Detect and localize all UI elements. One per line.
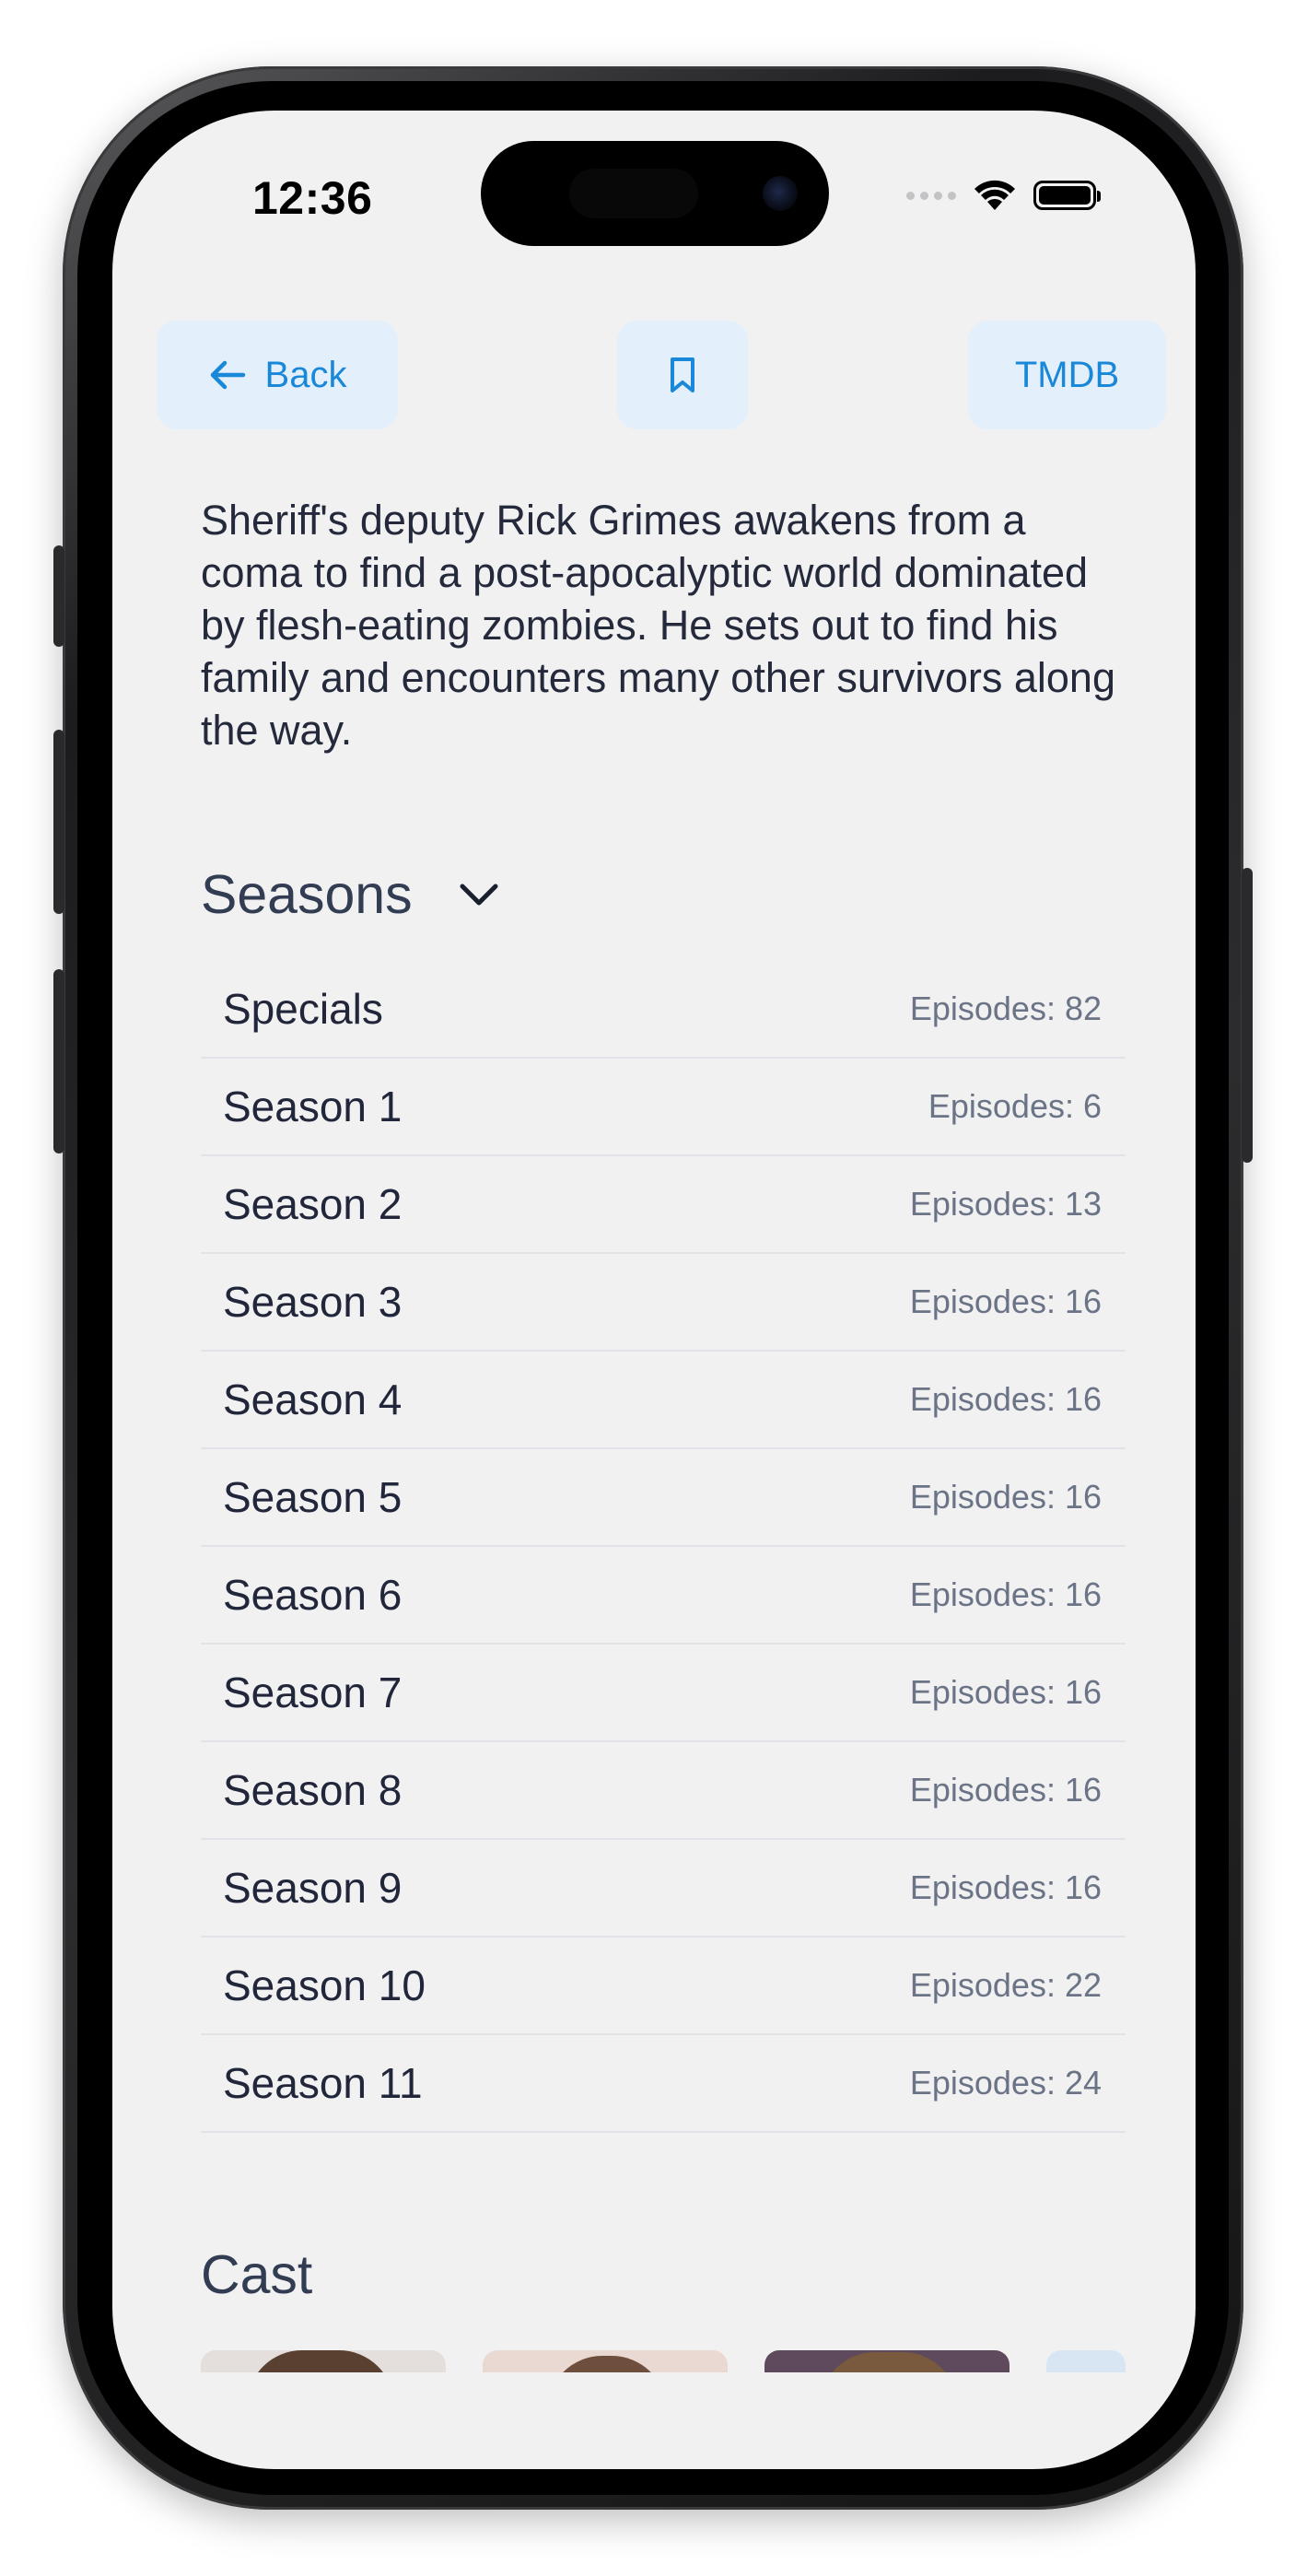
bookmark-icon: [671, 357, 694, 392]
season-episode-count: Episodes: 16: [909, 1282, 1102, 1320]
season-row[interactable]: Season 6 Episodes: 16: [201, 1547, 1126, 1645]
tmdb-button[interactable]: TMDB: [968, 321, 1166, 429]
bookmark-button[interactable]: [617, 321, 748, 429]
back-button[interactable]: Back: [157, 321, 398, 429]
app-screen: 12:36 Back TMDB Sheriff's deputy Rick Gr…: [112, 111, 1196, 2469]
cellular-signal-icon: [906, 191, 956, 200]
season-row[interactable]: Season 4 Episodes: 16: [201, 1352, 1126, 1449]
season-name: Season 1: [223, 1083, 403, 1130]
season-name: Season 8: [223, 1766, 403, 1814]
volume-down-button: [53, 969, 64, 1153]
season-row[interactable]: Season 3 Episodes: 16: [201, 1254, 1126, 1352]
arrow-left-icon: [210, 360, 245, 390]
season-row[interactable]: Season 11 Episodes: 24: [201, 2035, 1126, 2133]
tmdb-label: TMDB: [1014, 354, 1120, 395]
season-episode-count: Episodes: 16: [909, 1478, 1102, 1516]
season-name: Season 2: [223, 1180, 403, 1228]
power-button: [1242, 868, 1253, 1163]
season-episode-count: Episodes: 24: [909, 2064, 1102, 2102]
front-camera: [763, 176, 798, 211]
season-episode-count: Episodes: 16: [909, 1868, 1102, 1906]
season-name: Season 5: [223, 1473, 403, 1521]
season-episode-count: Episodes: 22: [909, 1966, 1102, 2004]
season-episode-count: Episodes: 13: [909, 1185, 1102, 1223]
season-row[interactable]: Season 7 Episodes: 16: [201, 1645, 1126, 1742]
seasons-toggle[interactable]: Seasons: [201, 863, 499, 926]
season-name: Season 10: [223, 1961, 426, 2009]
season-episode-count: Episodes: 82: [909, 989, 1102, 1027]
cast-photo: [547, 2356, 667, 2372]
show-overview: Sheriff's deputy Rick Grimes awakens fro…: [201, 497, 1115, 754]
cast-card[interactable]: [201, 2350, 446, 2372]
season-row[interactable]: Specials Episodes: 82: [201, 961, 1126, 1059]
seasons-title: Seasons: [201, 864, 413, 925]
season-name: Season 7: [223, 1669, 403, 1716]
action-button: [53, 545, 64, 647]
cast-photo: [820, 2352, 958, 2372]
volume-up-button: [53, 730, 64, 914]
status-time: 12:36: [252, 172, 373, 224]
season-episode-count: Episodes: 16: [909, 1673, 1102, 1711]
season-episode-count: Episodes: 6: [928, 1087, 1102, 1125]
cast-card[interactable]: [1046, 2350, 1126, 2372]
cast-card[interactable]: [764, 2350, 1009, 2372]
season-episode-count: Episodes: 16: [909, 1575, 1102, 1613]
season-row[interactable]: Season 2 Episodes: 13: [201, 1156, 1126, 1254]
season-name: Season 11: [223, 2059, 423, 2107]
season-list: Specials Episodes: 82 Season 1 Episodes:…: [201, 961, 1126, 2133]
season-name: Season 4: [223, 1376, 403, 1423]
cast-card[interactable]: [483, 2350, 728, 2372]
face-sensor: [569, 169, 698, 218]
season-row[interactable]: Season 9 Episodes: 16: [201, 1840, 1126, 1938]
cast-photo: [247, 2350, 394, 2372]
wifi-icon: [974, 180, 1015, 210]
cast-carousel[interactable]: [201, 2350, 1126, 2372]
season-row[interactable]: Season 8 Episodes: 16: [201, 1742, 1126, 1840]
back-label: Back: [264, 354, 347, 395]
season-row[interactable]: Season 5 Episodes: 16: [201, 1449, 1126, 1547]
season-row[interactable]: Season 10 Episodes: 22: [201, 1938, 1126, 2035]
season-episode-count: Episodes: 16: [909, 1771, 1102, 1809]
season-name: Season 3: [223, 1278, 403, 1326]
battery-icon: [1033, 181, 1101, 210]
season-name: Season 6: [223, 1571, 403, 1619]
season-episode-count: Episodes: 16: [909, 1380, 1102, 1418]
cast-title: Cast: [201, 2244, 313, 2305]
chevron-down-icon: [460, 884, 498, 906]
status-icons: [906, 179, 1101, 212]
dynamic-island: [481, 141, 829, 246]
season-name: Season 9: [223, 1864, 403, 1912]
season-name: Specials: [223, 985, 383, 1033]
season-row[interactable]: Season 1 Episodes: 6: [201, 1059, 1126, 1156]
